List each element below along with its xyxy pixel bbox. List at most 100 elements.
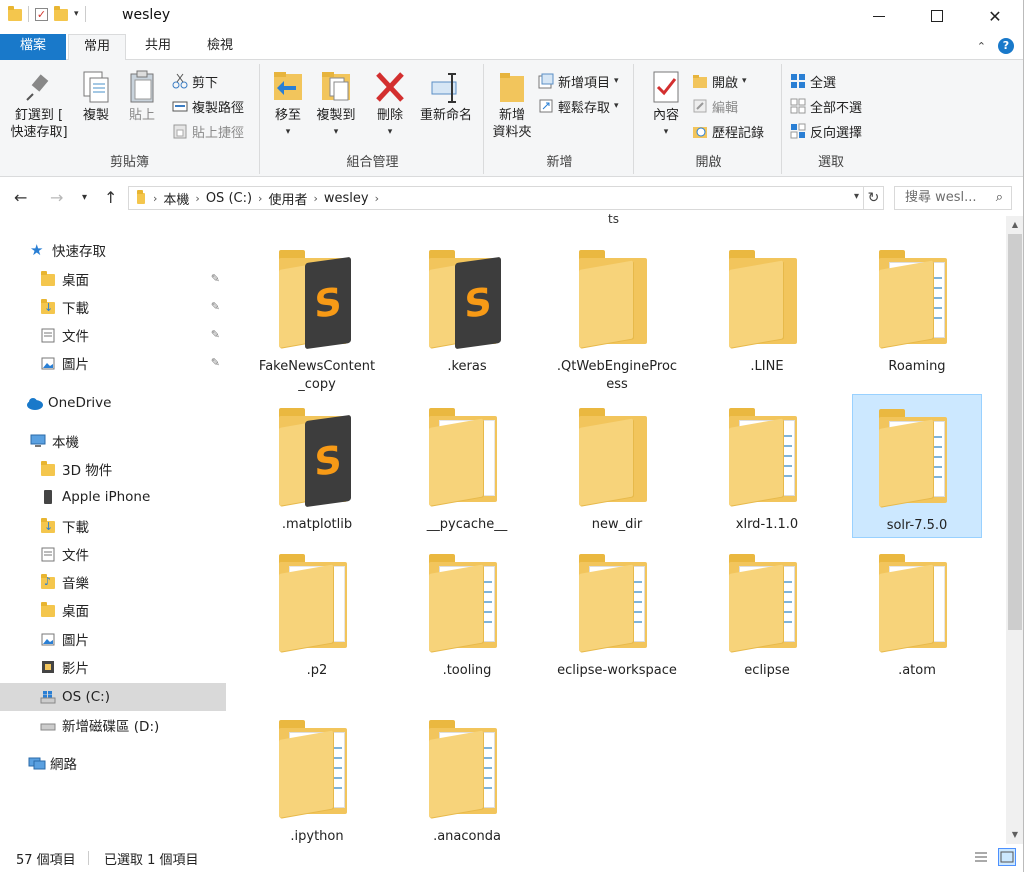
pin-quick-access-button[interactable]: 釘選到 [ 快速存取] — [6, 70, 72, 141]
tab-home[interactable]: 常用 — [68, 34, 126, 61]
back-button[interactable]: ← — [14, 188, 27, 207]
open-button[interactable]: 開啟 ▾ — [692, 70, 747, 92]
nav-network[interactable]: 網路 — [0, 749, 226, 777]
folder-item[interactable]: Roaming — [852, 236, 982, 380]
easy-access-button[interactable]: 輕鬆存取 ▾ — [538, 95, 619, 117]
pin-label: 釘選到 [ — [14, 108, 64, 123]
folder-item[interactable]: __pycache__ — [402, 394, 532, 538]
nav-qa-downloads[interactable]: ↓ 下載 ✎ — [0, 293, 226, 321]
nav-pc-pictures[interactable]: 圖片 — [0, 625, 226, 653]
paste-shortcut-button[interactable]: 貼上捷徑 — [172, 120, 244, 142]
folder-item[interactable]: new_dir — [552, 394, 682, 538]
folder-item[interactable]: .anaconda — [402, 706, 532, 850]
vertical-scrollbar[interactable]: ▲ ▼ — [1006, 216, 1024, 844]
maximize-button[interactable] — [908, 0, 966, 32]
minimize-button[interactable] — [850, 0, 908, 32]
history-button[interactable]: 歷程記錄 — [692, 120, 764, 142]
folder-item[interactable]: solr-7.5.0 — [852, 394, 982, 538]
properties-button[interactable]: 內容 ▾ — [646, 70, 686, 141]
nav-qa-pictures[interactable]: 圖片 ✎ — [0, 349, 226, 377]
tab-view[interactable]: 檢視 — [192, 34, 248, 60]
copy-path-button[interactable]: 複製路徑 — [172, 95, 244, 117]
folder-item[interactable]: S FakeNewsContent_copy — [252, 236, 382, 392]
tab-file[interactable]: 檔案 — [0, 34, 66, 60]
up-button[interactable]: ↑ — [104, 188, 117, 207]
nav-qa-desktop[interactable]: 桌面 ✎ — [0, 265, 226, 293]
folder-item[interactable]: .atom — [852, 540, 982, 684]
folder-item[interactable]: eclipse-workspace — [552, 540, 682, 684]
folder-icon — [577, 406, 657, 510]
address-toolbar: ← → ▾ ↑ › 本機 › OS (C:) › 使用者 › wesley › … — [0, 180, 1024, 216]
folder-item[interactable]: xlrd-1.1.0 — [702, 394, 832, 538]
nav-pc-os-c[interactable]: OS (C:) — [0, 683, 226, 711]
move-to-button[interactable]: 移至 ▾ — [268, 70, 308, 141]
cut-button[interactable]: 剪下 — [172, 70, 218, 92]
select-none-button[interactable]: 全部不選 — [790, 95, 862, 117]
nav-pc-drive-d[interactable]: 新增磁碟區 (D:) — [0, 711, 226, 739]
folder-item[interactable]: S .matplotlib — [252, 394, 382, 538]
close-button[interactable]: ✕ — [966, 0, 1024, 32]
nav-pc-3d-objects[interactable]: 3D 物件 — [0, 455, 226, 483]
nav-label: Apple iPhone — [62, 489, 151, 505]
drive-icon — [40, 717, 56, 733]
breadcrumb-wesley[interactable]: wesley — [324, 191, 369, 206]
recent-locations-dropdown[interactable]: ▾ — [82, 192, 87, 203]
nav-qa-documents[interactable]: 文件 ✎ — [0, 321, 226, 349]
select-all-button[interactable]: 全選 — [790, 70, 836, 92]
address-bar[interactable]: › 本機 › OS (C:) › 使用者 › wesley › ▾ — [128, 186, 864, 210]
nav-quick-access[interactable]: ★ 快速存取 — [0, 236, 226, 264]
nav-pc-music[interactable]: ♪ 音樂 — [0, 568, 226, 596]
folder-item[interactable]: eclipse — [702, 540, 832, 684]
nav-onedrive[interactable]: OneDrive — [0, 389, 226, 417]
folder-icon — [877, 552, 957, 656]
folder-item[interactable]: .LINE — [702, 236, 832, 380]
folder-item[interactable]: .tooling — [402, 540, 532, 684]
invert-selection-button[interactable]: 反向選擇 — [790, 120, 862, 142]
refresh-button[interactable]: ↻ — [864, 186, 884, 210]
folder-item[interactable]: S .keras — [402, 236, 532, 380]
folder-item[interactable]: .QtWebEngineProcess — [552, 236, 682, 392]
folder-item[interactable]: .p2 — [252, 540, 382, 684]
scroll-up-icon[interactable]: ▲ — [1006, 216, 1024, 234]
folder-icon — [727, 552, 807, 656]
move-to-icon — [272, 70, 304, 104]
details-view-button[interactable] — [972, 848, 990, 866]
new-group: 新增 資料夾 新增項目 ▾ 輕鬆存取 ▾ 新增 — [486, 64, 634, 174]
new-folder-button[interactable]: 新增 資料夾 — [490, 70, 534, 141]
rename-button[interactable]: 重新命名 — [414, 70, 478, 124]
folder-item[interactable]: .ipython — [252, 706, 382, 850]
new-item-label: 新增項目 — [558, 75, 611, 91]
scrollbar-thumb[interactable] — [1008, 234, 1022, 630]
folder-icon — [427, 718, 507, 822]
folder-name: Roaming — [888, 359, 946, 374]
new-folder-icon[interactable] — [54, 6, 68, 21]
nav-pc-documents[interactable]: 文件 — [0, 540, 226, 568]
select-all-label: 全選 — [810, 75, 837, 91]
help-icon[interactable]: ? — [998, 38, 1014, 54]
breadcrumb-this-pc[interactable]: 本機 — [163, 189, 189, 208]
nav-pc-videos[interactable]: 影片 — [0, 653, 226, 681]
copy-button[interactable]: 複製 — [76, 70, 116, 124]
breadcrumb-os-c[interactable]: OS (C:) — [206, 191, 252, 206]
properties-icon[interactable]: ✓ — [35, 7, 48, 21]
select-none-icon — [790, 98, 806, 114]
nav-pc-desktop[interactable]: 桌面 — [0, 596, 226, 624]
paste-button[interactable]: 貼上 — [122, 70, 162, 124]
copy-to-icon — [320, 70, 352, 104]
forward-button[interactable]: → — [50, 188, 63, 207]
collapse-ribbon-icon[interactable]: ⌃ — [977, 40, 986, 53]
edit-button[interactable]: 編輯 — [692, 95, 738, 117]
nav-pc-downloads[interactable]: ↓ 下載 — [0, 512, 226, 540]
new-item-button[interactable]: 新增項目 ▾ — [538, 70, 619, 92]
search-input[interactable]: 搜尋 wesl... ⌕ — [894, 186, 1012, 210]
large-icons-view-button[interactable] — [998, 848, 1016, 866]
customize-qat-dropdown[interactable]: ▾ — [74, 9, 79, 19]
delete-button[interactable]: 刪除 ▾ — [370, 70, 410, 141]
nav-pc-iphone[interactable]: Apple iPhone — [0, 483, 226, 511]
nav-this-pc[interactable]: 本機 — [0, 427, 226, 455]
address-dropdown-icon[interactable]: ▾ — [854, 191, 859, 202]
breadcrumb-users[interactable]: 使用者 — [268, 189, 307, 208]
scroll-down-icon[interactable]: ▼ — [1006, 826, 1024, 844]
copy-to-button[interactable]: 複製到 ▾ — [312, 70, 360, 141]
tab-share[interactable]: 共用 — [132, 34, 184, 60]
